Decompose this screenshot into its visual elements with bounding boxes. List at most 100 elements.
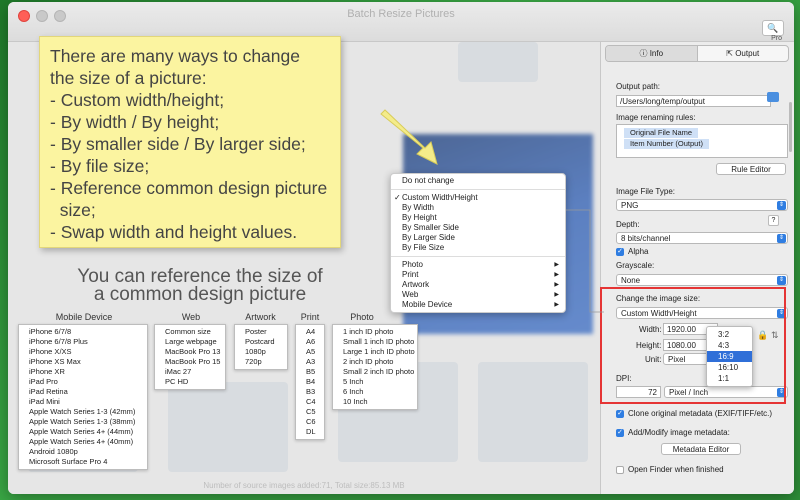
ratio-option[interactable]: 3:2: [707, 329, 752, 340]
output-path-field[interactable]: /Users/long/temp/output: [616, 95, 771, 107]
depth-select[interactable]: 8 bits/channel ⇕: [616, 232, 788, 244]
swap-icon[interactable]: ⇅: [771, 330, 779, 341]
alpha-checkbox[interactable]: ✓: [616, 248, 624, 256]
folder-icon[interactable]: [767, 92, 779, 102]
size-option[interactable]: Common size: [155, 327, 225, 337]
size-option[interactable]: Postcard: [235, 337, 287, 347]
rule-chip[interactable]: Original File Name: [624, 128, 699, 138]
pointer-arrow-icon: [380, 109, 438, 165]
size-option[interactable]: iPhone 6/7/8: [19, 327, 147, 337]
size-option[interactable]: MacBook Pro 13: [155, 347, 225, 357]
menu-item-file-size[interactable]: By File Size: [391, 243, 565, 253]
size-option[interactable]: B4: [296, 377, 324, 387]
size-option[interactable]: Large 1 inch ID photo: [333, 347, 417, 357]
status-footer: Number of source images added:71, Total …: [203, 481, 405, 490]
size-option[interactable]: Small 1 inch ID photo: [333, 337, 417, 347]
menu-item-photo[interactable]: Photo ▶: [391, 260, 565, 270]
tab-info[interactable]: ⓘ Info: [606, 46, 698, 61]
open-finder-checkbox[interactable]: [616, 466, 624, 474]
pro-button[interactable]: 🔍: [762, 20, 784, 36]
tab-output[interactable]: ⇱ Output: [698, 46, 789, 61]
menu-item-print[interactable]: Print ▶: [391, 270, 565, 280]
size-option[interactable]: 5 Inch: [333, 377, 417, 387]
size-option[interactable]: Android 1080p: [19, 447, 147, 457]
size-option[interactable]: A3: [296, 357, 324, 367]
note-line: - Reference common design picture: [50, 178, 328, 198]
size-option[interactable]: 6 Inch: [333, 387, 417, 397]
menu-separator: [391, 256, 565, 257]
note-line: the size of a picture:: [50, 68, 207, 88]
note-line: - By file size;: [50, 156, 150, 176]
size-option[interactable]: 1080p: [235, 347, 287, 357]
menu-item-smaller-side[interactable]: By Smaller Side: [391, 223, 565, 233]
checkmark-icon: ✓: [394, 193, 401, 202]
rule-chip[interactable]: Item Number (Output): [624, 139, 709, 149]
file-type-select[interactable]: PNG ⇕: [616, 199, 788, 211]
size-option[interactable]: Apple Watch Series 4+ (40mm): [19, 437, 147, 447]
menu-separator: [391, 189, 565, 190]
menu-item-label: Artwork: [402, 280, 430, 289]
clone-metadata-checkbox[interactable]: ✓: [616, 410, 624, 418]
note-line: - Swap width and height values.: [50, 222, 298, 242]
size-option[interactable]: DL: [296, 427, 324, 437]
size-option[interactable]: C6: [296, 417, 324, 427]
size-option[interactable]: iPad Pro: [19, 377, 147, 387]
category-header-photo: Photo: [350, 312, 374, 322]
menu-item-mobile[interactable]: Mobile Device ▶: [391, 300, 565, 310]
menu-item-by-height[interactable]: By Height: [391, 213, 565, 223]
size-option[interactable]: B5: [296, 367, 324, 377]
size-option[interactable]: C5: [296, 407, 324, 417]
size-option[interactable]: 720p: [235, 357, 287, 367]
size-option[interactable]: iPhone XR: [19, 367, 147, 377]
menu-item-label: Photo: [402, 260, 423, 269]
size-option[interactable]: Apple Watch Series 1-3 (42mm): [19, 407, 147, 417]
chevron-updown-icon: ⇕: [777, 276, 786, 285]
note-line: size;: [50, 200, 96, 220]
menu-item-by-width[interactable]: By Width: [391, 203, 565, 213]
size-option[interactable]: iPad Retina: [19, 387, 147, 397]
menu-item-larger-side[interactable]: By Larger Side: [391, 233, 565, 243]
panel-scrollbar[interactable]: [789, 102, 792, 152]
size-option[interactable]: A5: [296, 347, 324, 357]
settings-panel: ⓘ Info ⇱ Output Output path: /Users/long…: [600, 42, 794, 494]
size-option[interactable]: iPhone XS Max: [19, 357, 147, 367]
grayscale-select[interactable]: None ⇕: [616, 274, 788, 286]
size-option[interactable]: Microsoft Surface Pro 4: [19, 457, 147, 467]
metadata-editor-button[interactable]: Metadata Editor: [661, 443, 741, 455]
size-option[interactable]: 2 inch ID photo: [333, 357, 417, 367]
size-option[interactable]: A4: [296, 327, 324, 337]
menu-item-label: Custom Width/Height: [402, 193, 478, 202]
ratio-option[interactable]: 16:10: [707, 362, 752, 373]
menu-item-custom[interactable]: ✓ Custom Width/Height: [391, 193, 565, 203]
size-option[interactable]: Apple Watch Series 1-3 (38mm): [19, 417, 147, 427]
size-option[interactable]: C4: [296, 397, 324, 407]
ratio-menu: 3:2 4:3 16:9 16:10 1:1: [706, 326, 753, 387]
help-button[interactable]: ?: [768, 215, 779, 226]
size-option[interactable]: PC HD: [155, 377, 225, 387]
menu-item-web[interactable]: Web ▶: [391, 290, 565, 300]
ratio-option-selected[interactable]: 16:9: [707, 351, 752, 362]
modify-metadata-checkbox[interactable]: ✓: [616, 429, 624, 437]
size-option[interactable]: Small 2 inch ID photo: [333, 367, 417, 377]
size-option[interactable]: iMac 27: [155, 367, 225, 377]
size-option[interactable]: Apple Watch Series 4+ (44mm): [19, 427, 147, 437]
size-option[interactable]: iPad Mini: [19, 397, 147, 407]
size-option[interactable]: Large webpage: [155, 337, 225, 347]
ratio-option[interactable]: 4:3: [707, 340, 752, 351]
renaming-rules-box[interactable]: Original File Name Item Number (Output): [616, 124, 788, 158]
size-option[interactable]: Poster: [235, 327, 287, 337]
size-option[interactable]: iPhone X/XS: [19, 347, 147, 357]
menu-item-do-not-change[interactable]: Do not change: [391, 176, 565, 186]
menu-item-artwork[interactable]: Artwork ▶: [391, 280, 565, 290]
size-option[interactable]: iPhone 6/7/8 Plus: [19, 337, 147, 347]
size-option[interactable]: 10 Inch: [333, 397, 417, 407]
ratio-option[interactable]: 1:1: [707, 373, 752, 384]
rule-editor-button[interactable]: Rule Editor: [716, 163, 786, 175]
size-option[interactable]: A6: [296, 337, 324, 347]
size-option[interactable]: MacBook Pro 15: [155, 357, 225, 367]
size-option[interactable]: 1 inch ID photo: [333, 327, 417, 337]
highlight-box: [600, 287, 786, 404]
blurred-thumbnail: [478, 362, 588, 462]
size-option[interactable]: B3: [296, 387, 324, 397]
lock-icon[interactable]: 🔒: [757, 330, 768, 341]
